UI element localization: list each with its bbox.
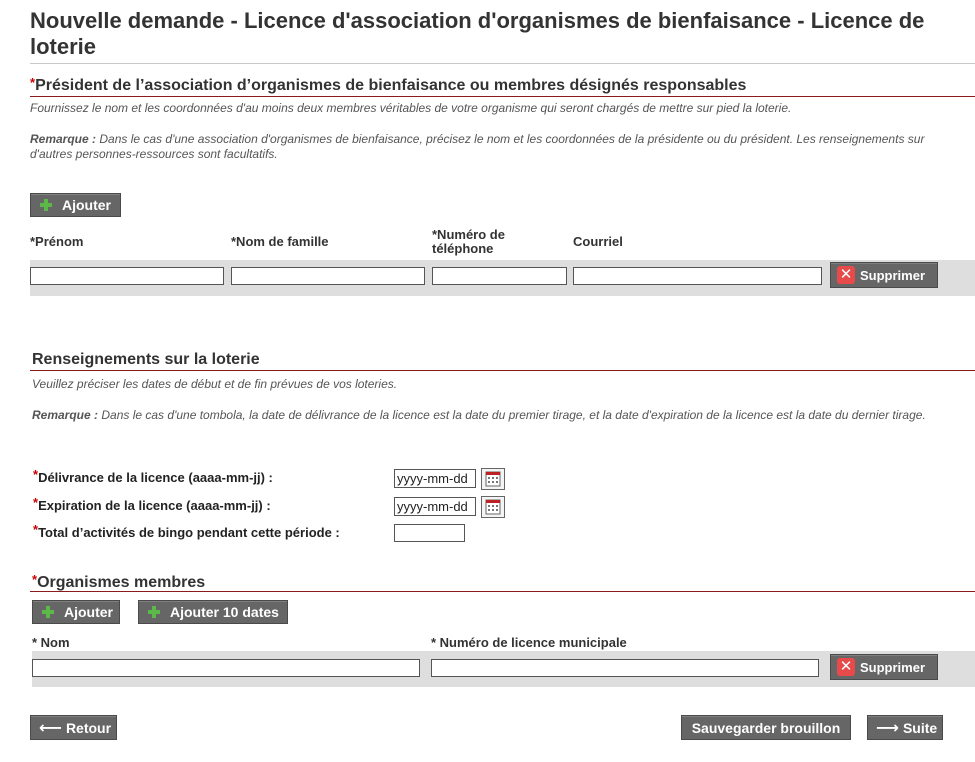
required-marker: * <box>30 75 36 90</box>
page-title: Nouvelle demande - Licence d'association… <box>30 8 925 59</box>
column-first-name: *Prénom <box>30 234 84 249</box>
column-phone: *Numéro de téléphone <box>432 227 505 256</box>
next-button[interactable]: ⟶ Suite <box>867 715 943 740</box>
calendar-icon-graphic <box>485 471 501 487</box>
section-divider <box>30 370 975 371</box>
calendar-icon-graphic <box>485 499 501 515</box>
column-last-name: *Nom de famille <box>231 234 329 249</box>
add-member-label: Ajouter <box>62 197 111 213</box>
required-marker: * <box>33 495 39 510</box>
section-remark: Remarque : Dans le cas d'une association… <box>30 132 965 162</box>
column-email: Courriel <box>573 234 623 249</box>
remark-text: Dans le cas d'une association d'organism… <box>30 132 925 161</box>
back-button[interactable]: ⟵ Retour <box>30 715 117 740</box>
column-licence-number: * Numéro de licence municipale <box>431 635 627 650</box>
delete-member-label: Supprimer <box>860 267 926 283</box>
section-description: Fournissez le nom et les coordonnées d'a… <box>30 101 792 115</box>
first-name-input[interactable] <box>30 267 224 285</box>
arrow-right-icon: ⟶ <box>876 719 899 737</box>
column-name: * Nom <box>32 635 70 650</box>
organization-name-input[interactable] <box>32 659 420 677</box>
required-marker: * <box>33 522 39 537</box>
add-10-dates-label: Ajouter 10 dates <box>170 604 279 620</box>
remark-text: Dans le cas d'une tombola, la date de dé… <box>98 408 926 422</box>
add-organization-label: Ajouter <box>64 604 113 620</box>
section-title-text: Président de l’association d’organismes … <box>35 77 747 94</box>
plus-icon <box>147 605 161 619</box>
required-marker: * <box>32 572 38 587</box>
save-draft-button[interactable]: Sauvegarder brouillon <box>681 715 851 740</box>
section-remark: Remarque : Dans le cas d'une tombola, la… <box>32 408 972 423</box>
expiry-date-label-text: Expiration de la licence (aaaa-mm-jj) : <box>38 498 271 513</box>
issue-date-input[interactable]: yyyy-mm-dd <box>394 469 476 488</box>
section-divider <box>30 96 975 97</box>
bingo-count-label: *Total d’activités de bingo pendant cett… <box>33 522 340 541</box>
section-title-president: *Président de l’association d’organismes… <box>30 75 970 96</box>
title-divider <box>30 63 975 64</box>
issue-date-label-text: Délivrance de la licence (aaaa-mm-jj) : <box>38 470 273 485</box>
phone-input[interactable] <box>432 267 567 285</box>
expiry-date-input[interactable]: yyyy-mm-dd <box>394 497 476 516</box>
expiry-date-label: *Expiration de la licence (aaaa-mm-jj) : <box>33 495 271 514</box>
issue-date-label: *Délivrance de la licence (aaaa-mm-jj) : <box>33 467 273 486</box>
remark-label: Remarque : <box>30 132 97 146</box>
delete-organization-label: Supprimer <box>860 659 926 675</box>
section-title-text: Organismes membres <box>37 574 206 591</box>
section-title-members: *Organismes membres <box>32 572 972 593</box>
section-divider <box>30 591 975 592</box>
section-description: Veuillez préciser les dates de début et … <box>32 377 398 391</box>
back-label: Retour <box>65 719 112 736</box>
add-organization-button[interactable]: Ajouter <box>32 600 120 624</box>
required-marker: * <box>33 467 39 482</box>
delete-icon: ✕ <box>837 266 855 284</box>
calendar-icon[interactable] <box>481 468 505 490</box>
delete-organization-button[interactable]: ✕ Supprimer <box>830 654 938 680</box>
email-input[interactable] <box>573 267 822 285</box>
bingo-count-input[interactable] <box>394 524 465 542</box>
next-label: Suite <box>902 719 938 736</box>
plus-icon <box>41 605 55 619</box>
add-10-dates-button[interactable]: Ajouter 10 dates <box>138 600 288 624</box>
plus-icon <box>39 198 53 212</box>
remark-label: Remarque : <box>32 408 99 422</box>
licence-number-input[interactable] <box>431 659 819 677</box>
add-member-button[interactable]: Ajouter <box>30 193 121 217</box>
delete-member-button[interactable]: ✕ Supprimer <box>830 262 938 288</box>
bingo-count-label-text: Total d’activités de bingo pendant cette… <box>38 525 340 540</box>
delete-icon: ✕ <box>837 658 855 676</box>
calendar-icon[interactable] <box>481 496 505 518</box>
save-draft-label: Sauvegarder brouillon <box>691 719 841 736</box>
last-name-input[interactable] <box>231 267 425 285</box>
section-title-lottery: Renseignements sur la loterie <box>32 351 260 368</box>
arrow-left-icon: ⟵ <box>39 719 62 737</box>
